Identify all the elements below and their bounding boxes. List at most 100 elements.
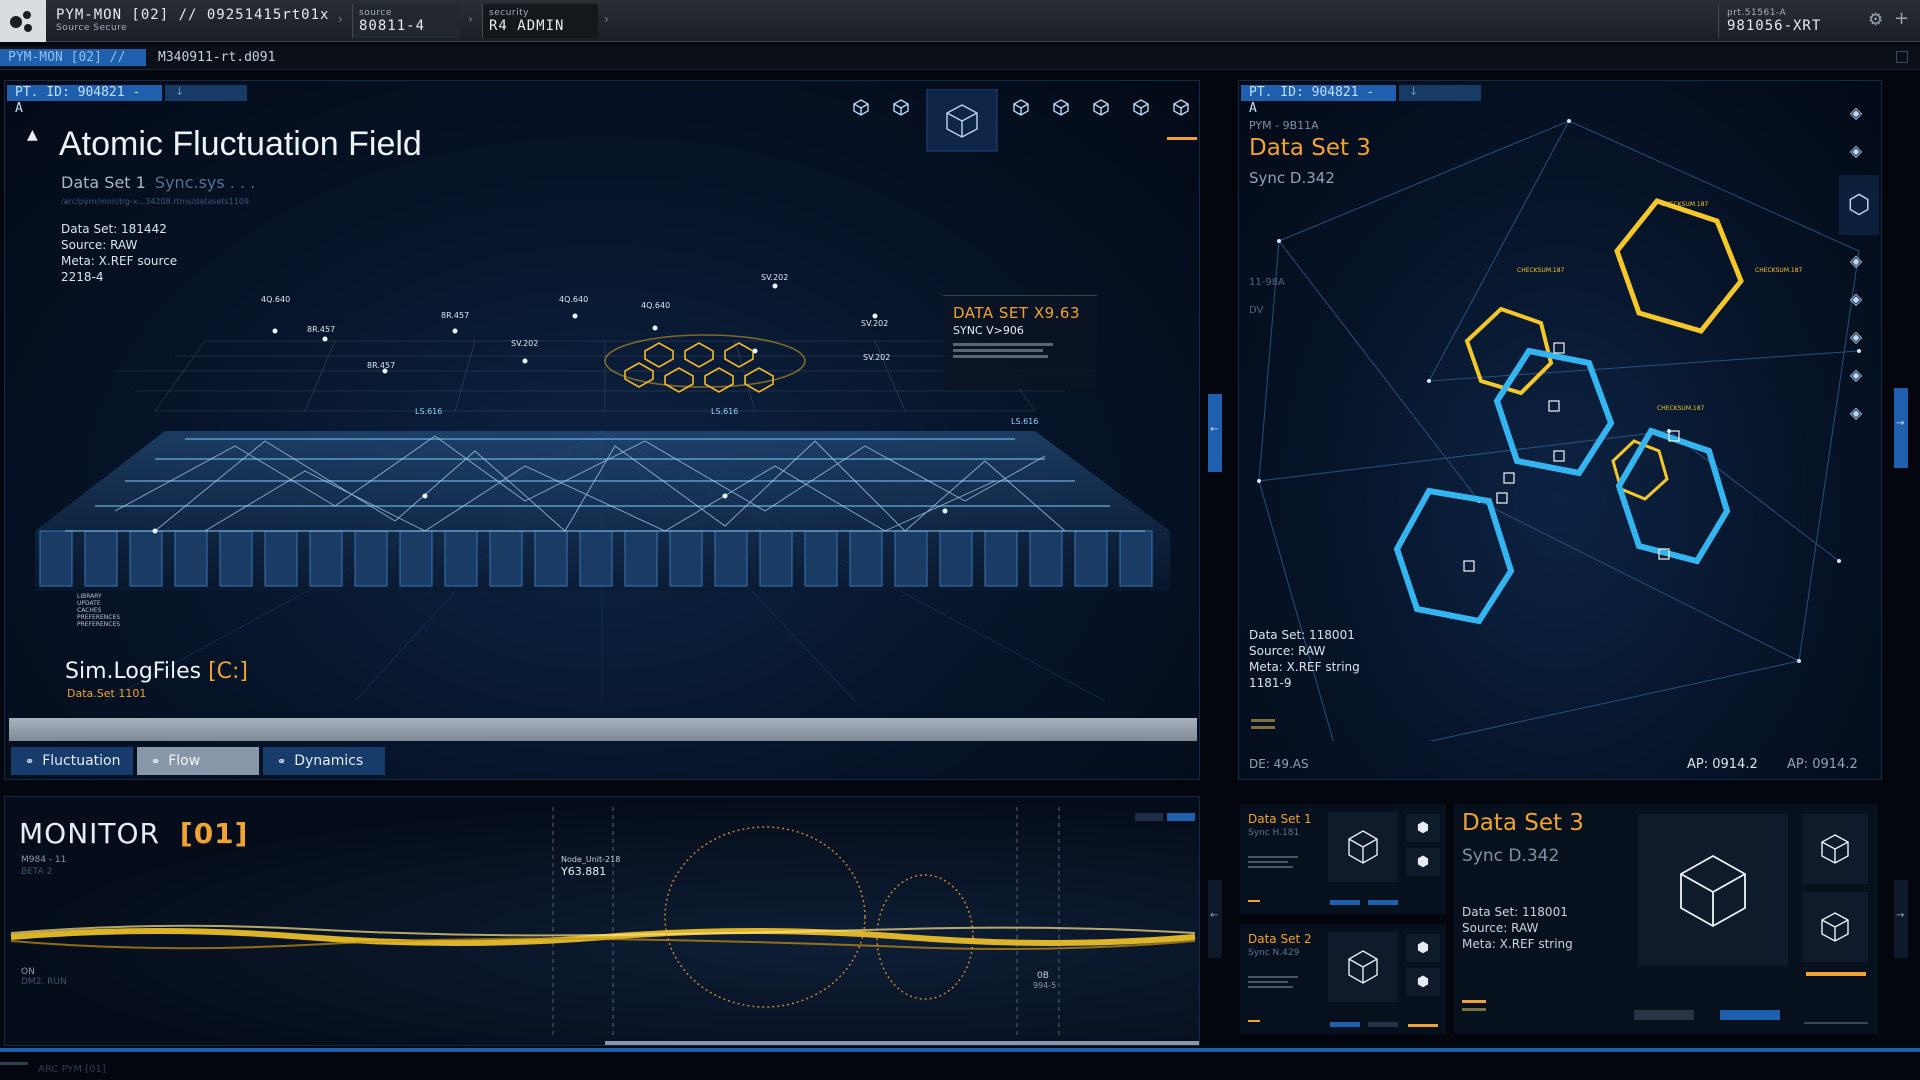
gear-icon[interactable]: ⚙ (1868, 10, 1883, 30)
chevron-right-icon: › (604, 12, 609, 26)
cube-button[interactable] (1328, 932, 1398, 1002)
indicator (1368, 1022, 1398, 1027)
cube-button[interactable] (1802, 814, 1868, 884)
pt-id-dropdown[interactable]: ↓ (1399, 85, 1481, 101)
page-title: Atomic Fluctuation Field (59, 125, 422, 163)
scrub-bar[interactable] (9, 718, 1197, 741)
arrow-right-icon: → (1896, 418, 1905, 429)
cube-icon[interactable]: ⬢ (1406, 934, 1440, 962)
hexagon-icon[interactable]: ⬡ (1839, 175, 1879, 235)
hex-label: CHECKSUM.187 (1517, 267, 1565, 274)
pt-id-tab[interactable]: PT. ID: 904821 - A (1241, 85, 1396, 116)
left-collapse-handle[interactable]: ← (1208, 394, 1222, 472)
logfiles-sub: Data.Set 1101 (67, 687, 147, 700)
panel-code: PYM - 9B11A (1249, 119, 1319, 132)
right-collapse-handle[interactable]: → (1894, 388, 1908, 468)
cube-button[interactable] (1802, 892, 1868, 962)
monitor-panel: MONITOR [01] M984 - 11 BETA 2 Node_Unit-… (4, 796, 1200, 1046)
left-collapse-handle-2[interactable]: ← (1208, 880, 1222, 958)
indicator (1368, 900, 1398, 905)
pin-icon: ▲ (27, 127, 38, 143)
breadcrumb-tab[interactable]: PYM-MON [02] // (0, 49, 146, 66)
cube-toolbar-icons (853, 88, 1197, 152)
app-title: PYM-MON [02] // 09251415rt01x (56, 7, 330, 23)
tab-flow[interactable]: ⚭ Flow (137, 747, 259, 775)
pt-id-dropdown[interactable]: ↓ (165, 85, 247, 101)
footer-mark (0, 1062, 28, 1065)
source-field[interactable]: source 80811-4 (352, 4, 460, 38)
security-label: security (489, 8, 529, 18)
accent-bar (1462, 1008, 1486, 1011)
app-subtitle: Source Secure (56, 23, 128, 33)
diamond-icon[interactable]: ◈ (1839, 317, 1873, 355)
app-logo[interactable] (0, 0, 46, 42)
cube-icon (1821, 834, 1849, 864)
right-id-field[interactable]: prt.51561-A 981056-XRT (1718, 4, 1836, 38)
app-title-block: PYM-MON [02] // 09251415rt01x Source Sec… (56, 7, 329, 33)
detail-sync: Sync D.342 (1462, 846, 1560, 866)
cube-icon[interactable]: ⬢ (1406, 814, 1440, 842)
callout-title: DATA SET X9.63 (953, 304, 1081, 322)
diamond-icon[interactable]: ◈ (1839, 93, 1873, 131)
plus-icon[interactable]: + (1894, 8, 1909, 29)
indicator (1408, 1024, 1438, 1027)
tree-item[interactable]: PREFERENCES (77, 614, 120, 621)
data-set-callout[interactable]: DATA SET X9.63 SYNC V>906 (943, 295, 1097, 389)
node-label: SV.202 (861, 319, 889, 328)
breadcrumb-path[interactable]: M340911-rt.d091 (158, 49, 275, 66)
top-bar: PYM-MON [02] // 09251415rt01x Source Sec… (0, 0, 1920, 42)
card-lines (1248, 856, 1298, 868)
subtitle: Data Set 1 (61, 173, 146, 192)
diamond-icon[interactable]: ◈ (1839, 279, 1873, 317)
meta-line: Meta: X.REF string (1462, 937, 1573, 951)
cube-icon (1173, 99, 1189, 116)
cube-toolbar (839, 88, 1209, 157)
diamond-icon[interactable]: ◈ (1839, 355, 1873, 393)
cube-icon (1093, 99, 1109, 116)
path-text: /arc/pym/mon/lrg-x...34208.rtms/datasets… (61, 197, 250, 206)
arrow-down-icon: ↓ (175, 85, 185, 98)
indicator (1330, 900, 1360, 905)
cube-icon (1013, 99, 1029, 116)
expand-icon[interactable] (1896, 51, 1908, 63)
tree-item[interactable]: LIBRARY (77, 593, 120, 600)
divider (1251, 726, 1275, 729)
cube-button[interactable] (1328, 812, 1398, 882)
node-label: LS.616 (711, 407, 739, 416)
tree-item[interactable]: UPDATE (77, 600, 120, 607)
source-value: 80811-4 (359, 18, 426, 34)
right-tag: 0B (1037, 971, 1049, 981)
subtitle-block: Data Set 1 Sync.sys . . . (61, 173, 255, 192)
chevron-right-icon: › (468, 12, 473, 26)
node-label: 8R.457 (367, 361, 396, 370)
callout-sync: SYNC V>906 (953, 324, 1024, 337)
arrow-left-icon: ← (1210, 424, 1219, 435)
tab-dynamics[interactable]: ⚭ Dynamics (263, 747, 385, 775)
data-set-1-card[interactable]: Data Set 1 Sync H.181 ⬢ ⬢ (1240, 804, 1446, 914)
card-title: Data Set 1 (1248, 812, 1312, 826)
diamond-icon[interactable]: ◈ (1839, 241, 1873, 279)
cube-icon (1053, 99, 1069, 116)
security-field[interactable]: security R4 ADMIN (482, 4, 598, 38)
accent-bar (1248, 900, 1260, 902)
card-sync: Sync H.181 (1248, 828, 1300, 838)
diamond-icon[interactable]: ◈ (1839, 131, 1873, 169)
tab-fluctuation[interactable]: ⚭ Fluctuation (11, 747, 133, 775)
pt-id-tab[interactable]: PT. ID: 904821 - A (7, 85, 162, 116)
diamond-icon[interactable]: ◈ (1839, 393, 1873, 431)
indicator (1634, 1010, 1694, 1020)
tree-item[interactable]: PREFERENCES (77, 621, 120, 628)
indicator (1804, 1022, 1868, 1024)
callout-lines (953, 343, 1087, 358)
accent-bar (1248, 1020, 1260, 1022)
node-label: SV.202 (863, 353, 891, 362)
right-collapse-handle-2[interactable]: → (1894, 880, 1908, 958)
cube-icon[interactable]: ⬢ (1406, 968, 1440, 996)
data-set-3-panel: PT. ID: 904821 - A ↓ CHECKSUM.187 CHECKS… (1238, 80, 1882, 780)
indicator (1720, 1010, 1780, 1020)
logfiles-heading[interactable]: Sim.LogFiles [C:] (65, 659, 248, 684)
tree-item[interactable]: CACHES (77, 607, 120, 614)
data-set-2-card[interactable]: Data Set 2 Sync N.429 ⬢ ⬢ (1240, 924, 1446, 1034)
cube-preview[interactable] (1638, 814, 1788, 966)
cube-icon[interactable]: ⬢ (1406, 848, 1440, 876)
